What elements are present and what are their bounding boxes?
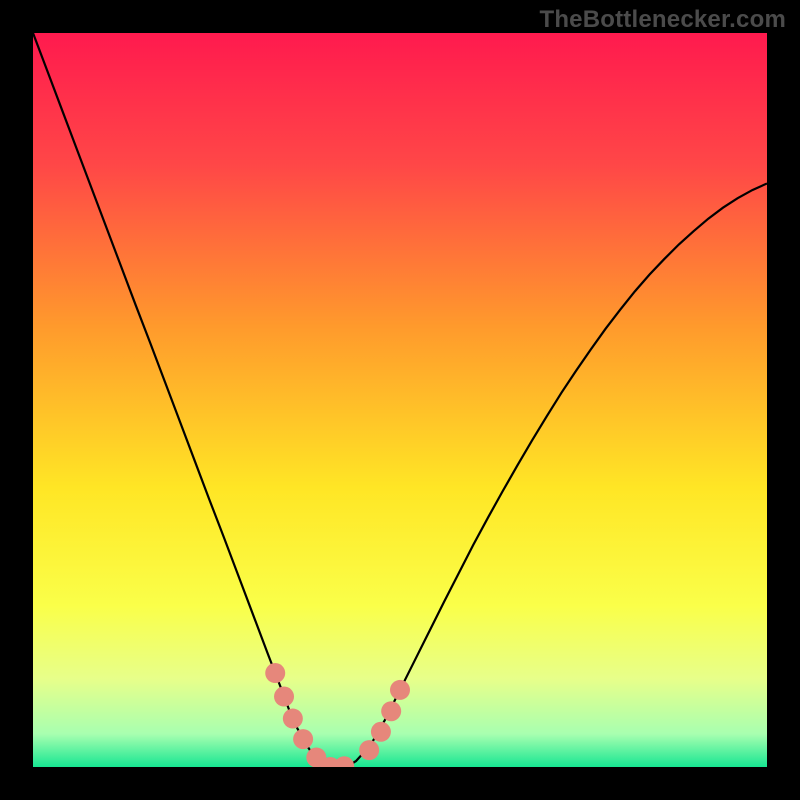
marker-dot <box>283 709 303 729</box>
marker-dot <box>371 722 391 742</box>
marker-dot <box>265 663 285 683</box>
marker-dot <box>381 701 401 721</box>
marker-dot <box>359 740 379 760</box>
plot-area <box>33 33 767 767</box>
marker-dot <box>274 687 294 707</box>
gradient-background <box>33 33 767 767</box>
watermark-text: TheBottlenecker.com <box>539 6 786 34</box>
marker-dot <box>293 729 313 749</box>
chart-svg <box>33 33 767 767</box>
chart-frame: TheBottlenecker.com <box>0 0 800 800</box>
marker-dot <box>390 680 410 700</box>
